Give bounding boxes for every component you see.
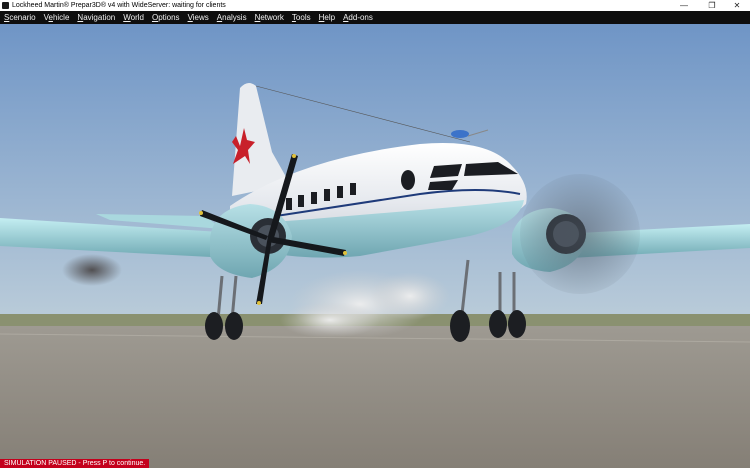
menu-views[interactable]: Views [184, 11, 213, 24]
restore-icon[interactable]: ❐ [699, 0, 725, 11]
close-icon[interactable]: ✕ [724, 0, 750, 11]
menu-world[interactable]: World [119, 11, 148, 24]
app-icon [2, 2, 9, 9]
menu-help[interactable]: Help [315, 11, 339, 24]
menu-vehicle[interactable]: Vehicle [40, 11, 74, 24]
minimize-icon[interactable]: — [671, 0, 697, 11]
menu-add-ons[interactable]: Add-ons [339, 11, 377, 24]
menu-network[interactable]: Network [251, 11, 288, 24]
simulator-viewport[interactable] [0, 24, 750, 468]
menu-options[interactable]: Options [148, 11, 184, 24]
menu-analysis[interactable]: Analysis [213, 11, 251, 24]
window-title-bar[interactable]: Lockheed Martin® Prepar3D® v4 with WideS… [0, 0, 750, 11]
menu-tools[interactable]: Tools [288, 11, 315, 24]
menu-bar: Scenario Vehicle Navigation World Option… [0, 11, 750, 24]
runway-ground [0, 326, 750, 468]
exhaust-smoke [62, 254, 122, 286]
simulation-paused-banner: SIMULATION PAUSED - Press P to continue. [0, 459, 150, 468]
menu-scenario[interactable]: Scenario [0, 11, 40, 24]
window-title: Lockheed Martin® Prepar3D® v4 with WideS… [12, 2, 226, 9]
menu-navigation[interactable]: Navigation [73, 11, 119, 24]
